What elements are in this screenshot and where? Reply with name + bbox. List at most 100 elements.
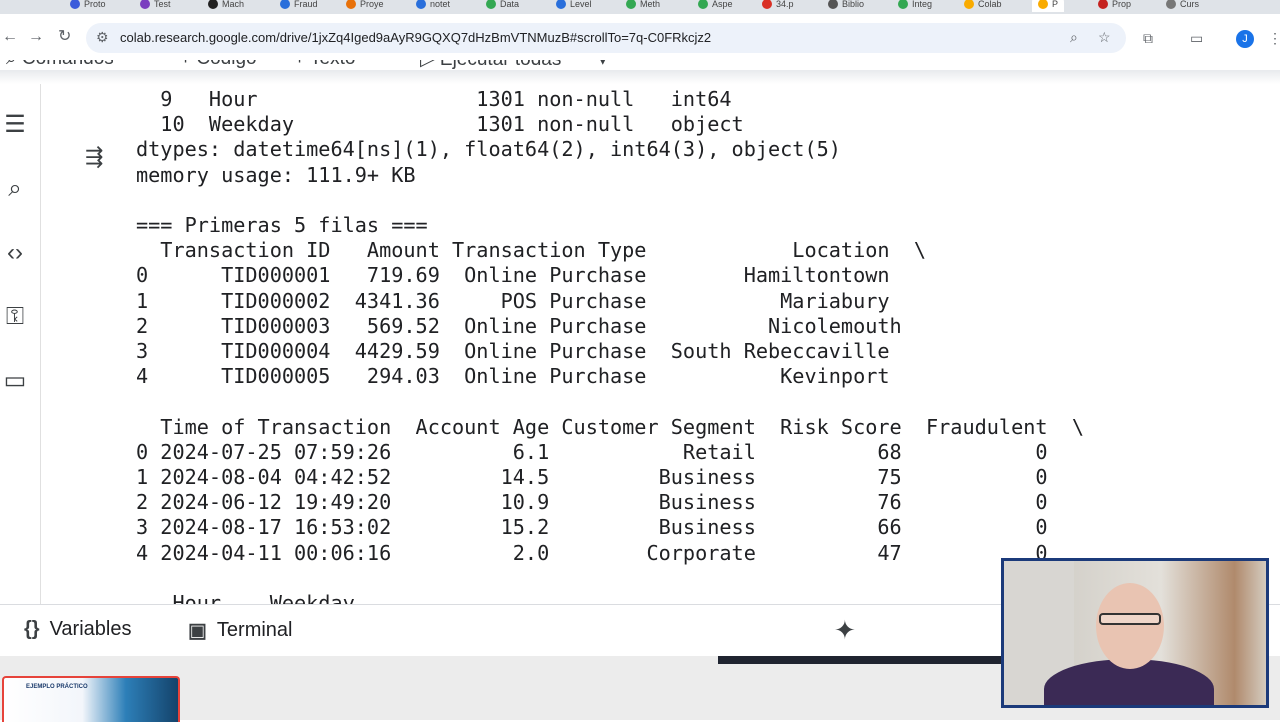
tab-label: Prop — [1112, 0, 1132, 9]
tab-label: Mach — [222, 0, 245, 9]
tab-favicon-icon — [828, 0, 838, 9]
tab-favicon-icon — [1098, 0, 1108, 9]
gemini-sparkle-icon[interactable]: ✦ — [834, 615, 856, 646]
output-actions-icon[interactable]: ⇶ — [85, 144, 103, 170]
zoom-icon[interactable]: ⌕ — [1070, 29, 1078, 46]
tab-favicon-icon — [208, 0, 218, 9]
browser-tab[interactable]: notet — [416, 0, 450, 12]
code-snippets-icon[interactable]: ‹› — [0, 238, 30, 268]
colab-toolbar: ⌕ Comandos + Código + Texto ▷ Ejecutar t… — [0, 60, 1280, 70]
browser-tab[interactable]: Mach — [208, 0, 244, 12]
browser-address-bar: ← → ↻ ⚙ colab.research.google.com/drive/… — [0, 14, 1280, 60]
tab-favicon-icon — [698, 0, 708, 9]
browser-tab-strip: Proto Test Mach Fraud Proye notet Data Level Met… — [0, 0, 1280, 14]
add-text-button[interactable]: + Texto — [294, 60, 355, 70]
bookmark-star-icon[interactable]: ☆ — [1098, 29, 1111, 46]
presenter-glasses — [1099, 613, 1161, 625]
extensions-icon[interactable]: ⧉ — [1143, 30, 1153, 47]
url-text[interactable]: colab.research.google.com/drive/1jxZq4Ig… — [120, 30, 711, 45]
browser-tab[interactable]: Test — [140, 0, 171, 12]
tab-label: Proto — [84, 0, 106, 9]
console-line: 1 TID000002 4341.36 POS Purchase Mariabu… — [136, 288, 890, 313]
console-line: 0 2024-07-25 07:59:26 6.1 Retail 68 0 — [136, 439, 1048, 464]
browser-tab[interactable]: Integ — [898, 0, 932, 12]
tab-label: P — [1052, 0, 1059, 9]
tab-label: Curs — [1180, 0, 1200, 9]
tab-favicon-icon — [280, 0, 290, 9]
tab-favicon-icon — [346, 0, 356, 9]
split-view-icon[interactable]: ▭ — [1190, 30, 1203, 47]
variables-button[interactable]: {} Variables — [24, 618, 131, 641]
slide-thumbnail[interactable]: EJEMPLO PRÁCTICO — [2, 676, 180, 722]
console-line: 10 Weekday 1301 non-null object — [136, 112, 744, 137]
run-all-button[interactable]: ▷ Ejecutar todas — [420, 60, 561, 70]
console-line: 2 2024-06-12 19:49:20 10.9 Business 76 0 — [136, 490, 1048, 515]
site-settings-icon[interactable]: ⚙ — [96, 29, 109, 46]
browser-tab[interactable]: Biblio — [828, 0, 864, 12]
add-code-button[interactable]: + Código — [180, 60, 257, 70]
tab-label: Integ — [912, 0, 933, 9]
browser-tab[interactable]: Curs — [1166, 0, 1199, 12]
console-line: === Primeras 5 filas === — [136, 213, 428, 238]
find-replace-icon[interactable]: ⌕ — [0, 174, 30, 204]
browser-tab[interactable]: Proye — [346, 0, 384, 12]
tab-label: Level — [570, 0, 592, 9]
console-line: Transaction ID Amount Transaction Type L… — [136, 238, 927, 263]
back-icon[interactable]: ← — [2, 27, 18, 47]
forward-icon[interactable]: → — [28, 27, 44, 47]
cell-output: ⇶ 9 Hour 1301 non-null int64 10 Weekday … — [41, 84, 1280, 604]
tab-favicon-icon — [1166, 0, 1176, 9]
tab-favicon-icon — [416, 0, 426, 9]
browser-tab[interactable]: Proto — [70, 0, 106, 12]
left-sidebar: ☰ ⌕ ‹› ⚿ ▭ — [0, 84, 41, 604]
browser-tab[interactable]: Aspe — [698, 0, 733, 12]
console-line: dtypes: datetime64[ns](1), float64(2), i… — [136, 137, 841, 162]
reload-icon[interactable]: ↻ — [58, 27, 71, 47]
console-line: 9 Hour 1301 non-null int64 — [136, 87, 732, 111]
console-line: 4 TID000005 294.03 Online Purchase Kevin… — [136, 364, 890, 389]
tab-label: 34.p — [776, 0, 794, 9]
tab-favicon-icon — [762, 0, 772, 9]
webcam-overlay — [1001, 558, 1269, 708]
tab-label: Meth — [640, 0, 661, 9]
toolbar-shadow — [0, 70, 1280, 84]
tab-favicon-icon — [1038, 0, 1048, 9]
console-line: Hour Weekday — [136, 591, 355, 604]
terminal-icon: ▣ — [188, 620, 207, 642]
tab-label: Aspe — [712, 0, 733, 9]
tab-favicon-icon — [964, 0, 974, 9]
terminal-button[interactable]: ▣ Terminal — [188, 618, 292, 643]
browser-tab[interactable]: Data — [486, 0, 519, 12]
browser-tab[interactable]: Fraud — [280, 0, 318, 12]
tab-favicon-icon — [556, 0, 566, 9]
console-line: 2 TID000003 569.52 Online Purchase Nicol… — [136, 313, 902, 338]
braces-icon: {} — [24, 618, 40, 640]
url-omnibox[interactable]: ⚙ colab.research.google.com/drive/1jxZq4… — [86, 23, 1126, 53]
secrets-key-icon[interactable]: ⚿ — [0, 302, 30, 332]
browser-tab[interactable]: Colab — [964, 0, 1002, 12]
commands-label: Comandos — [22, 60, 114, 69]
browser-tab[interactable]: P — [1032, 0, 1065, 12]
more-menu-icon[interactable]: ⋮ — [1268, 30, 1280, 47]
tab-label: Biblio — [842, 0, 865, 9]
terminal-label: Terminal — [216, 619, 293, 641]
browser-tab[interactable]: 34.p — [762, 0, 794, 12]
commands-button[interactable]: ⌕ Comandos — [6, 60, 114, 70]
table-of-contents-icon[interactable]: ☰ — [0, 110, 30, 140]
browser-tab[interactable]: Prop — [1098, 0, 1131, 12]
run-all-dropdown-icon[interactable]: ▾ — [598, 60, 608, 70]
console-line: 4 2024-04-11 00:06:16 2.0 Corporate 47 0 — [136, 540, 1048, 565]
files-folder-icon[interactable]: ▭ — [0, 366, 30, 396]
tab-label: Data — [500, 0, 520, 9]
console-line: 3 2024-08-17 16:53:02 15.2 Business 66 0 — [136, 515, 1048, 540]
browser-tab[interactable]: Level — [556, 0, 592, 12]
browser-tab[interactable]: Meth — [626, 0, 660, 12]
console-output: 9 Hour 1301 non-null int64 10 Weekday 13… — [136, 87, 1084, 604]
tab-label: Test — [154, 0, 171, 9]
profile-avatar[interactable]: J — [1236, 30, 1254, 48]
console-line: Time of Transaction Account Age Customer… — [136, 414, 1085, 439]
console-line: memory usage: 111.9+ KB — [136, 162, 416, 187]
tab-label: Proye — [360, 0, 384, 9]
tab-label: Fraud — [294, 0, 318, 9]
console-line: 0 TID000001 719.69 Online Purchase Hamil… — [136, 263, 890, 288]
